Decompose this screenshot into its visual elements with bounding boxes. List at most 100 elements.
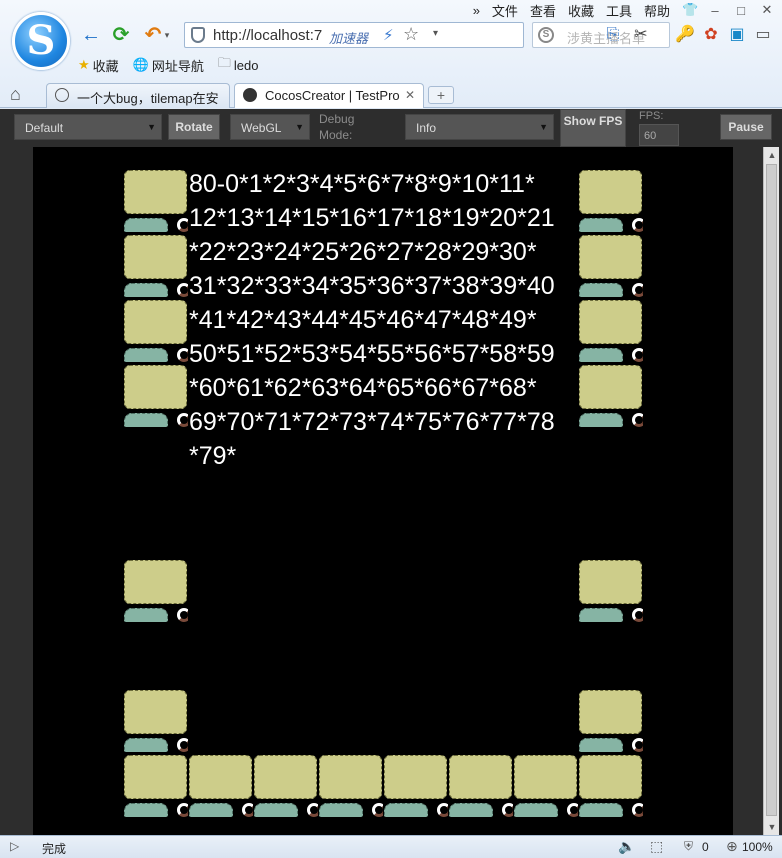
star-icon: ★ xyxy=(78,57,90,72)
tile-pill xyxy=(514,803,558,817)
bookmark-star-icon[interactable]: ☆ xyxy=(403,24,419,45)
tile-ring xyxy=(632,738,643,752)
tab-close-icon[interactable]: ✕ xyxy=(405,88,415,102)
scroll-down-icon[interactable]: ▼ xyxy=(764,819,780,835)
map-tile xyxy=(123,234,188,299)
tile-ring xyxy=(632,608,643,622)
menu-tools[interactable]: 工具 xyxy=(606,1,632,20)
tile-block xyxy=(384,755,447,799)
map-tile xyxy=(123,299,188,364)
vertical-scrollbar[interactable]: ▲ ▼ xyxy=(763,147,779,835)
tile-ring xyxy=(632,413,643,427)
shield-icon[interactable]: ⛨ xyxy=(684,839,693,854)
tile-pill xyxy=(189,803,233,817)
map-tile xyxy=(123,559,188,624)
tab-favicon-icon xyxy=(55,88,69,102)
zoom-level[interactable]: 100% xyxy=(742,840,773,854)
fav-label: 网址导航 xyxy=(151,58,204,74)
game-canvas[interactable]: 80-0*1*2*3*4*5*6*7*8*9*10*11* 12*13*14*1… xyxy=(33,147,733,835)
skin-icon[interactable]: 👕 xyxy=(682,2,698,18)
app-icon[interactable]: ▣ xyxy=(726,24,748,46)
fps-input[interactable]: 60 xyxy=(639,124,679,146)
refresh-button[interactable]: ⟳ xyxy=(108,22,134,48)
show-fps-button[interactable]: Show FPS xyxy=(560,109,626,147)
fav-item-navigation[interactable]: 🌐 网址导航 xyxy=(133,56,204,75)
globe-icon: 🌐 xyxy=(132,57,149,72)
menu-expand-icon[interactable]: » xyxy=(473,3,480,18)
tab-label: 一个大bug，tilemap在安 xyxy=(77,91,219,106)
tile-pill xyxy=(124,738,168,752)
tab-label: CocosCreator | TestPro xyxy=(265,88,400,103)
box-icon[interactable]: ⬚ xyxy=(650,838,663,855)
fav-item-ledo[interactable]: 🗀 ledo xyxy=(218,54,259,76)
speaker-icon[interactable]: 🔈 xyxy=(618,838,635,855)
browser-chrome: S » 文件 查看 收藏 工具 帮助 👕 – □ ✕ ← ⟳ ↶ ▾ http:… xyxy=(0,0,782,108)
renderer-select[interactable]: WebGL ▼ xyxy=(230,114,310,140)
search-engine-icon: S xyxy=(538,27,554,43)
tab-cocos-creator[interactable]: CocosCreator | TestPro ✕ xyxy=(234,83,424,108)
address-input[interactable]: http://localhost:7 xyxy=(213,27,322,44)
menu-favorites[interactable]: 收藏 xyxy=(568,1,594,20)
sidebar-toggle-icon[interactable]: ▷ xyxy=(10,839,19,853)
menu-file[interactable]: 文件 xyxy=(492,1,518,20)
tile-ring xyxy=(177,738,188,752)
fav-item-favorites[interactable]: ★ 收藏 xyxy=(78,56,119,75)
scroll-up-icon[interactable]: ▲ xyxy=(764,147,780,163)
tile-ring xyxy=(177,608,188,622)
minimize-button[interactable]: – xyxy=(708,3,722,18)
address-bar[interactable]: http://localhost:7 加速器 ⚡ ☆ ▾ xyxy=(184,22,524,48)
zoom-icon[interactable]: ⊕ xyxy=(726,838,738,855)
close-window-button[interactable]: ✕ xyxy=(760,2,774,18)
tile-pill xyxy=(579,608,623,622)
resolution-select[interactable]: Default ▼ xyxy=(14,114,162,140)
pause-button[interactable]: Pause xyxy=(720,114,772,140)
map-tile xyxy=(123,169,188,234)
chevron-down-icon[interactable]: ▾ xyxy=(162,22,172,48)
tile-ring xyxy=(632,348,643,362)
tile-pill xyxy=(124,348,168,362)
blocked-count: 0 xyxy=(702,840,709,854)
map-tile xyxy=(318,754,383,819)
back-button[interactable]: ← xyxy=(78,22,104,48)
folder-icon: 🗀 xyxy=(217,55,231,70)
tile-pill xyxy=(319,803,363,817)
tile-block xyxy=(514,755,577,799)
cocos-favicon-icon xyxy=(243,88,257,102)
menu-help[interactable]: 帮助 xyxy=(644,1,670,20)
fav-label: 收藏 xyxy=(92,58,119,74)
home-icon[interactable]: ⌂ xyxy=(10,84,21,105)
tab-bug-report[interactable]: 一个大bug，tilemap在安 xyxy=(46,83,230,108)
tile-block xyxy=(124,365,187,409)
tile-pill xyxy=(254,803,298,817)
screenshot-icon[interactable]: ⎘ xyxy=(602,24,624,46)
map-tile xyxy=(448,754,513,819)
rotate-button[interactable]: Rotate xyxy=(168,114,220,140)
tile-block xyxy=(189,755,252,799)
extension-icon[interactable]: ✿ xyxy=(700,24,722,46)
address-dropdown-icon[interactable]: ▾ xyxy=(433,28,438,39)
tile-ring xyxy=(177,413,188,427)
renderer-value: WebGL xyxy=(241,121,282,135)
tile-ring xyxy=(177,348,188,362)
debug-number-label: 80-0*1*2*3*4*5*6*7*8*9*10*11* 12*13*14*1… xyxy=(189,170,555,470)
new-tab-button[interactable]: + xyxy=(428,86,454,104)
accelerator-button[interactable]: 加速器 xyxy=(329,28,368,47)
tile-block xyxy=(124,300,187,344)
menu-view[interactable]: 查看 xyxy=(530,1,556,20)
map-tile xyxy=(578,559,643,624)
maximize-button[interactable]: □ xyxy=(734,3,748,18)
bolt-icon[interactable]: ⚡ xyxy=(383,26,394,44)
key-icon[interactable]: 🔑 xyxy=(674,24,696,46)
tab-bar: ⌂ 一个大bug，tilemap在安 CocosCreator | TestPr… xyxy=(0,82,782,108)
tile-ring xyxy=(307,803,318,817)
map-tile xyxy=(513,754,578,819)
scrollbar-thumb[interactable] xyxy=(766,164,777,816)
tile-pill xyxy=(579,738,623,752)
debug-mode-select[interactable]: Info ▼ xyxy=(405,114,554,140)
favorites-bar: ★ 收藏 🌐 网址导航 🗀 ledo xyxy=(78,54,258,76)
tile-block xyxy=(124,560,187,604)
browser-logo[interactable]: S xyxy=(12,12,70,70)
window-icon[interactable]: ▭ xyxy=(752,24,774,46)
scissors-icon[interactable]: ✂ xyxy=(630,24,652,46)
tile-pill xyxy=(449,803,493,817)
